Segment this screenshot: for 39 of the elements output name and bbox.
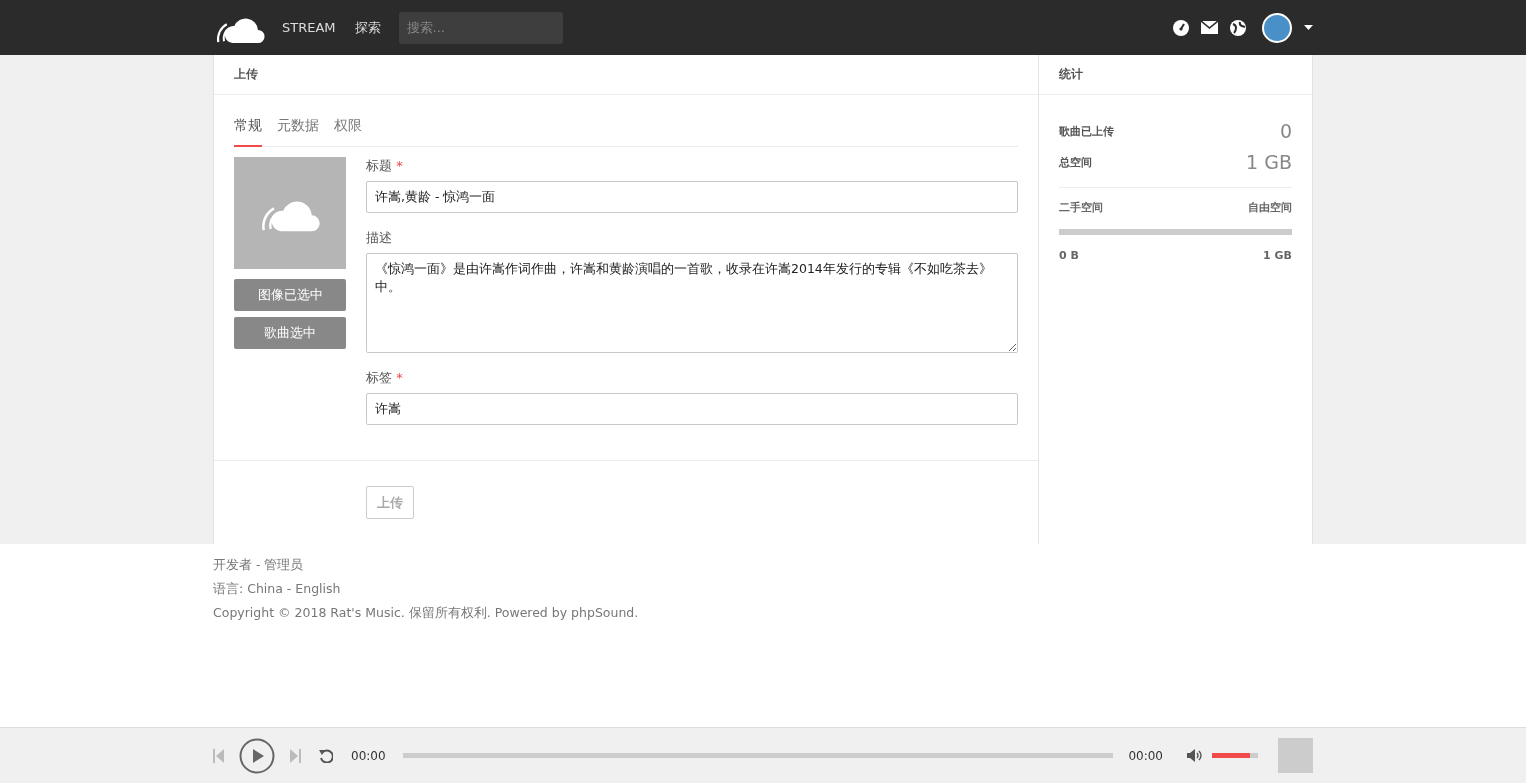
- footer-text: 语言: China - English: [213, 580, 342, 598]
- volume-icon[interactable]: [1187, 749, 1202, 762]
- gauge-icon[interactable]: [1173, 19, 1189, 36]
- select-button[interactable]: 图像已选中: [234, 279, 346, 311]
- space-label: 二手空间: [1059, 200, 1103, 215]
- album-art-placeholder: [1278, 738, 1313, 773]
- description-field[interactable]: 《惊鸿一面》是由许嵩作词作曲，许嵩和黄龄演唱的一首歌，收录在许嵩2014年发行的专辑《不如吃茶去》中。: [366, 253, 1018, 353]
- nav-link[interactable]: STREAM: [282, 20, 336, 35]
- globe-icon[interactable]: [1230, 19, 1246, 36]
- select-button[interactable]: 歌曲选中: [234, 317, 346, 349]
- repeat-icon[interactable]: [319, 748, 333, 763]
- avatar[interactable]: [1262, 12, 1292, 43]
- footer-text: 开发者 - 管理员: [213, 556, 305, 574]
- time-elapsed: 00:00: [351, 748, 386, 763]
- caret-icon[interactable]: [1304, 25, 1313, 30]
- volume-slider[interactable]: [1212, 753, 1258, 758]
- stat-value: 0: [1279, 120, 1292, 142]
- text-field[interactable]: 许嵩: [366, 393, 1018, 425]
- stat-label: 总空间: [1059, 155, 1092, 171]
- text-field[interactable]: 许嵩,黄龄 - 惊鸿一面: [366, 181, 1018, 213]
- panel-title: 上传: [214, 55, 1038, 95]
- nav-link[interactable]: 探索: [354, 18, 381, 37]
- field-label: 标签 *: [366, 369, 404, 387]
- tab[interactable]: 常规: [234, 109, 262, 147]
- play-button[interactable]: [239, 737, 275, 774]
- time-duration: 00:00: [1128, 748, 1163, 763]
- space-value: 1 GB: [1263, 249, 1292, 262]
- space-value: 0 B: [1059, 249, 1079, 262]
- field-label: 描述: [366, 229, 393, 247]
- field-label: 标题 *: [366, 157, 404, 175]
- panel-title: 统计: [1039, 55, 1312, 95]
- stat-value: 1 GB: [1246, 151, 1292, 173]
- search-field[interactable]: 搜索...: [398, 11, 563, 44]
- stat-label: 歌曲已上传: [1059, 124, 1114, 140]
- tab[interactable]: 元数据: [277, 109, 319, 147]
- tab[interactable]: 权限: [334, 109, 362, 147]
- mail-icon[interactable]: [1201, 21, 1218, 34]
- space-label: 自由空间: [1248, 200, 1292, 215]
- footer-text: Copyright © 2018 Rat's Music. 保留所有权利. Powered by phpSound.: [213, 604, 640, 622]
